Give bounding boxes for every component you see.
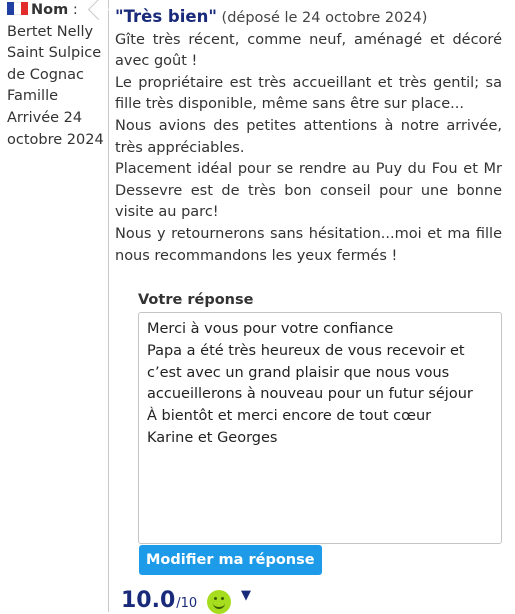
review-paragraph: Placement idéal pour se rendre au Puy du…	[115, 161, 502, 221]
review-paragraph: Nous avions des petites attentions à not…	[115, 117, 502, 156]
review-header: "Très bien" (déposé le 24 octobre 2024)	[115, 6, 502, 30]
reviewer-arrival: Arrivée 24 octobre 2024	[7, 109, 104, 148]
response-textarea[interactable]: Merci à vous pour votre confiance Papa a…	[138, 312, 502, 544]
reviewer-location: Saint Sulpice de Cognac	[7, 45, 102, 83]
france-flag-icon	[7, 2, 28, 15]
smiley-icon	[207, 590, 231, 614]
nom-colon: :	[68, 2, 78, 18]
review-date: (déposé le 24 octobre 2024)	[221, 10, 428, 26]
rating: 10.0/10 ▼	[121, 588, 251, 614]
reviewer-info: Nom : Bertet Nelly Saint Sulpice de Cogn…	[7, 0, 105, 151]
rating-denominator: /10	[176, 596, 198, 611]
review-paragraph: Gîte très récent, comme neuf, aménagé et…	[115, 31, 502, 70]
rating-toggle-icon[interactable]: ▼	[241, 588, 251, 603]
modify-response-button[interactable]: Modifier ma réponse	[139, 545, 322, 575]
review-paragraph: Le propriétaire est très accueillant et …	[115, 74, 502, 113]
review-title: "Très bien"	[115, 7, 217, 26]
reviewer-name: Bertet Nelly	[7, 23, 94, 40]
review-body: Gîte très récent, comme neuf, aménagé et…	[115, 30, 502, 268]
review-content: "Très bien" (déposé le 24 octobre 2024) …	[115, 6, 502, 267]
response-section: Votre réponse Merci à vous pour votre co…	[138, 290, 502, 544]
review-paragraph: Nous y retournerons sans hésitation...mo…	[115, 225, 502, 264]
reviewer-group: Famille	[7, 88, 59, 105]
rating-score: 10.0	[121, 588, 176, 613]
nom-label: Nom	[31, 2, 69, 18]
column-divider	[108, 0, 109, 612]
response-label: Votre réponse	[138, 292, 254, 308]
reviewer-column: Nom : Bertet Nelly Saint Sulpice de Cogn…	[0, 0, 108, 612]
